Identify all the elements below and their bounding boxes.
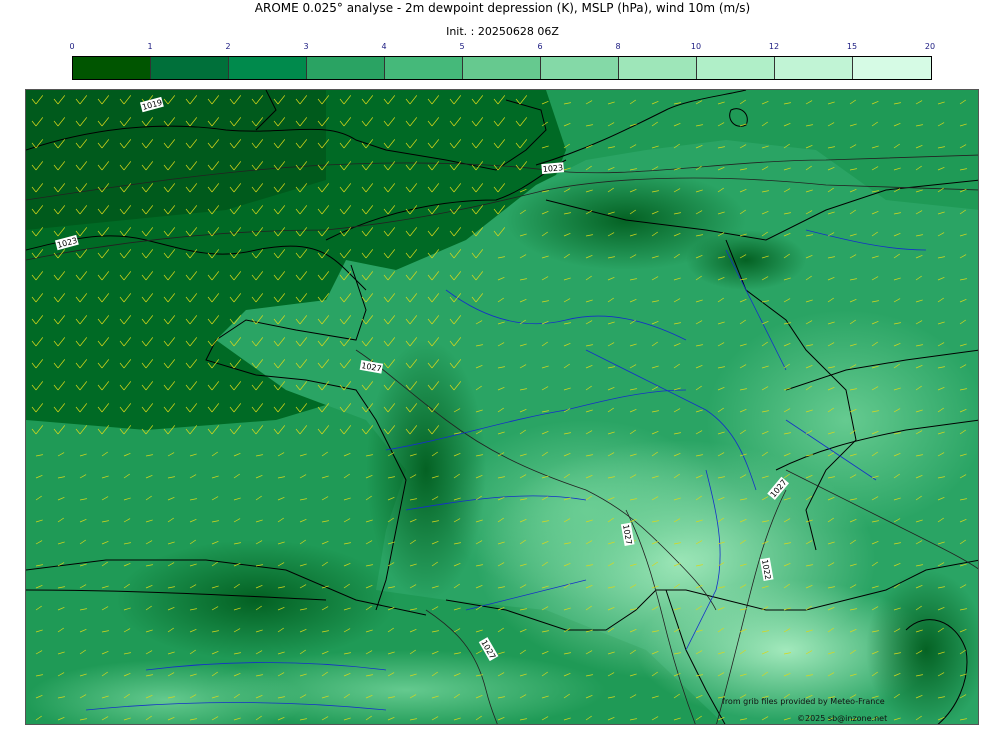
colorbar-segment [307, 57, 385, 79]
dry-region-massif [446, 420, 726, 600]
colorbar-segment [73, 57, 151, 79]
colorbar-segment [619, 57, 697, 79]
moist-region-biscay [116, 540, 396, 660]
dry-region-alps [706, 310, 978, 530]
colorbar-tick-label: 10 [690, 42, 702, 51]
isobar-label: 1023 [541, 162, 565, 175]
colorbar-tick-label: 0 [69, 42, 75, 51]
init-time: Init. : 20250628 06Z [446, 25, 559, 38]
colorbar-segment [463, 57, 541, 79]
colorbar-tick-label: 1 [147, 42, 153, 51]
copyright: ©2025 sb@inzone.net [797, 714, 888, 723]
colorbar-tick-label: 15 [846, 42, 858, 51]
colorbar-segment [775, 57, 853, 79]
colorbar-segment [151, 57, 229, 79]
colorbar-tick-label: 2 [225, 42, 231, 51]
colorbar-ticks: 0 1 2 3 4 5 6 8 10 12 15 20 [69, 42, 936, 54]
colorbar-tick-label: 12 [768, 42, 780, 51]
colorbar-tick-label: 4 [381, 42, 387, 51]
colorbar-tick-label: 20 [924, 42, 936, 51]
colorbar-tick-label: 5 [459, 42, 465, 51]
map-title: AROME 0.025° analyse - 2m dewpoint depre… [254, 1, 751, 15]
moist-region-west [366, 340, 486, 600]
colorbar [72, 56, 932, 80]
colorbar-segment [853, 57, 931, 79]
map-panel: 1019 1023 1023 1027 1027 1027 1022 1027 [25, 89, 979, 725]
source-credit: from grib files provided by Meteo-France [722, 697, 885, 706]
colorbar-segment [541, 57, 619, 79]
moist-region-belgium [686, 230, 806, 290]
colorbar-tick-label: 3 [303, 42, 309, 51]
colorbar-segment [385, 57, 463, 79]
map-canvas: 10191023102310271027102710221027 [26, 90, 978, 724]
colorbar-segment [229, 57, 307, 79]
svg-text:1023: 1023 [542, 163, 563, 174]
colorbar-tick-label: 8 [615, 42, 621, 51]
colorbar-tick-label: 6 [537, 42, 543, 51]
colorbar-segment [697, 57, 775, 79]
